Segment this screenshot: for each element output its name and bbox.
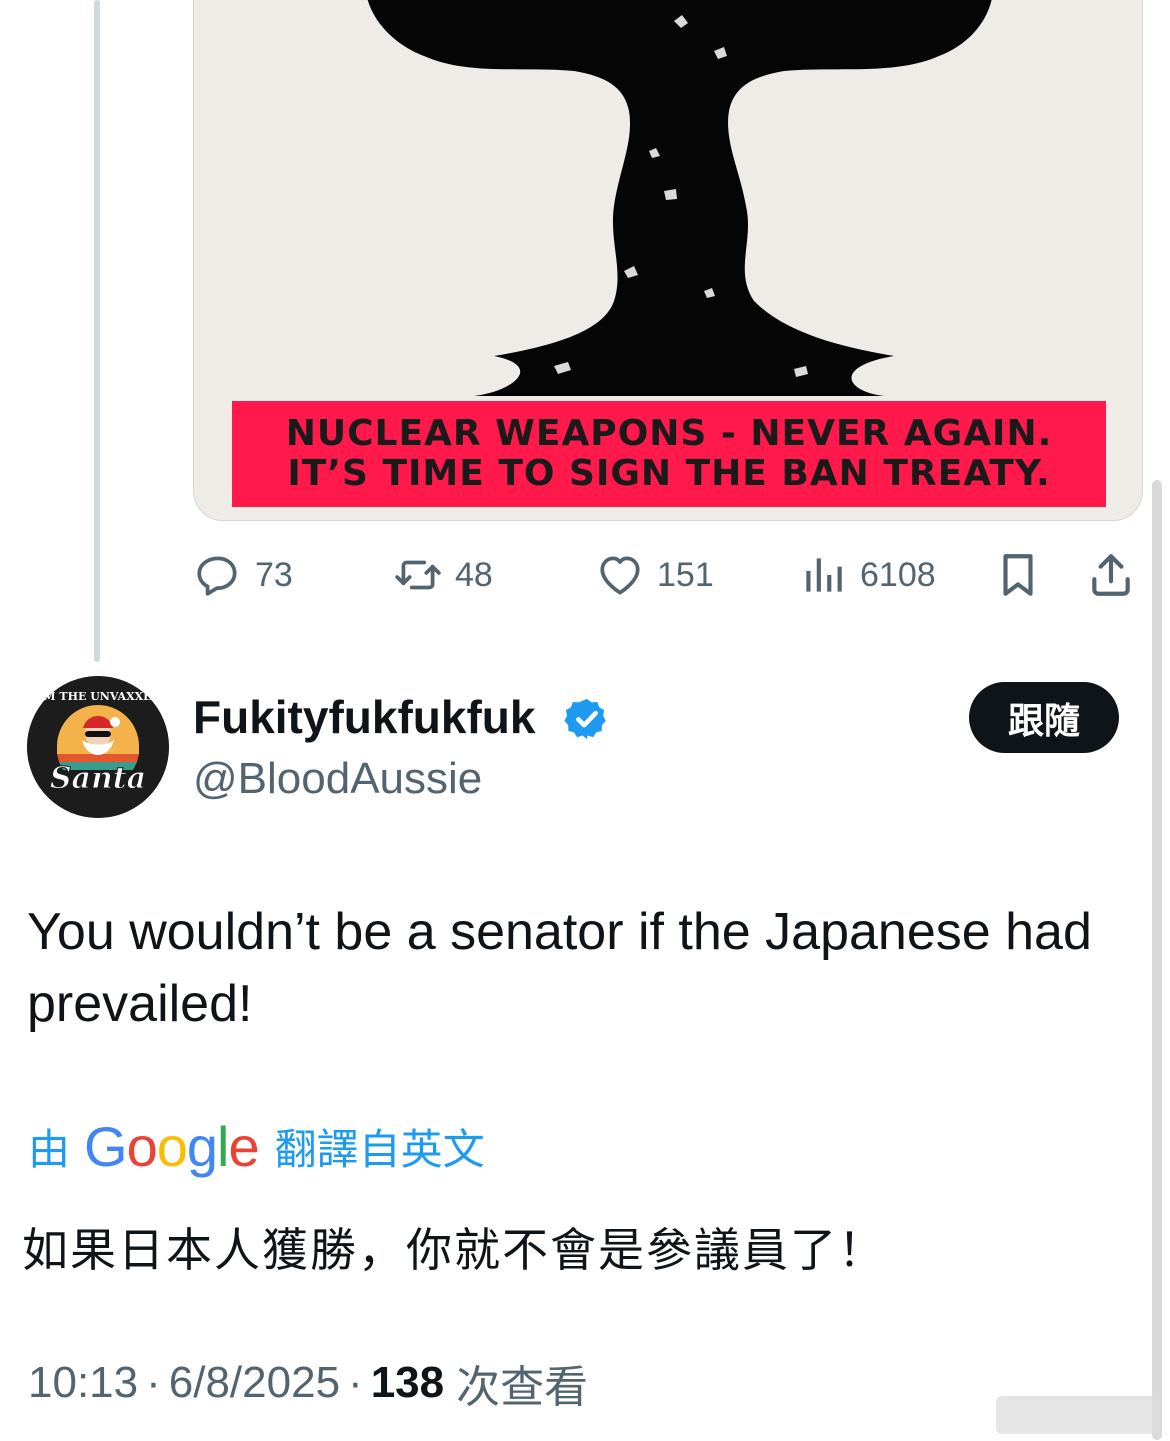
reply-icon [197,556,237,596]
avatar-text-bottom: Santa [50,761,146,796]
thread-connector-line [94,0,100,662]
tweet-view-count: 138 [370,1358,445,1407]
mushroom-cloud-illustration [367,0,992,396]
tweet-action-bar: 73 48 151 6108 [193,545,1143,605]
follow-button[interactable]: 跟隨 [969,682,1119,753]
avatar[interactable]: I'M THE UNVAXXED Santa [27,676,169,818]
author-display-name[interactable]: Fukityfukfukfuk [193,688,535,746]
tweet-time[interactable]: 10:13 [28,1358,138,1408]
verified-badge-icon [564,698,606,740]
translation-attribution[interactable]: 由 Google 翻譯自英文 [28,1114,485,1178]
scrollbar[interactable] [1152,480,1162,1440]
like-count: 151 [657,555,714,594]
google-logo-icon: Google [84,1114,260,1178]
tweet-media-image[interactable]: NUCLEAR WEAPONS - NEVER AGAIN. IT’S TIME… [193,0,1143,521]
avatar-text-top: I'M THE UNVAXXED [35,690,162,703]
retweet-count: 48 [455,555,493,594]
translation-prefix: 由 [28,1125,71,1173]
campaign-banner: NUCLEAR WEAPONS - NEVER AGAIN. IT’S TIME… [232,401,1106,507]
like-icon [600,556,640,595]
meta-separator: · [348,1358,363,1407]
tweet-metadata: 10:13 · 6/8/2025 · 138 次查看 [28,1355,588,1412]
retweet-button[interactable]: 48 [393,545,493,605]
bookmark-button[interactable] [993,545,1043,605]
views-button[interactable]: 6108 [798,545,936,605]
author-handle[interactable]: @BloodAussie [193,752,482,806]
tweet-view-label: 次查看 [456,1363,589,1412]
watermark [996,1396,1160,1434]
tweet-body-text: You wouldn’t be a senator if the Japanes… [27,903,1092,1033]
translated-tweet-text: 如果日本人獲勝，你就不會是參議員了！ [22,1224,886,1276]
reply-count: 73 [255,555,293,594]
like-button[interactable]: 151 [595,545,714,605]
banner-line-2: IT’S TIME TO SIGN THE BAN TREATY. [287,453,1051,494]
santa-avatar-icon: I'M THE UNVAXXED Santa [27,676,169,818]
bookmark-icon [1003,554,1033,596]
views-count: 6108 [860,555,936,594]
share-button[interactable] [1086,545,1136,605]
meta-separator: · [146,1358,161,1407]
banner-line-1: NUCLEAR WEAPONS - NEVER AGAIN. [285,413,1053,454]
reply-button[interactable]: 73 [193,545,293,605]
share-icon [1092,554,1130,596]
views-icon [806,558,842,592]
retweet-icon [395,560,441,590]
translation-suffix: 翻譯自英文 [274,1125,485,1173]
tweet-date[interactable]: 6/8/2025 [169,1358,340,1408]
